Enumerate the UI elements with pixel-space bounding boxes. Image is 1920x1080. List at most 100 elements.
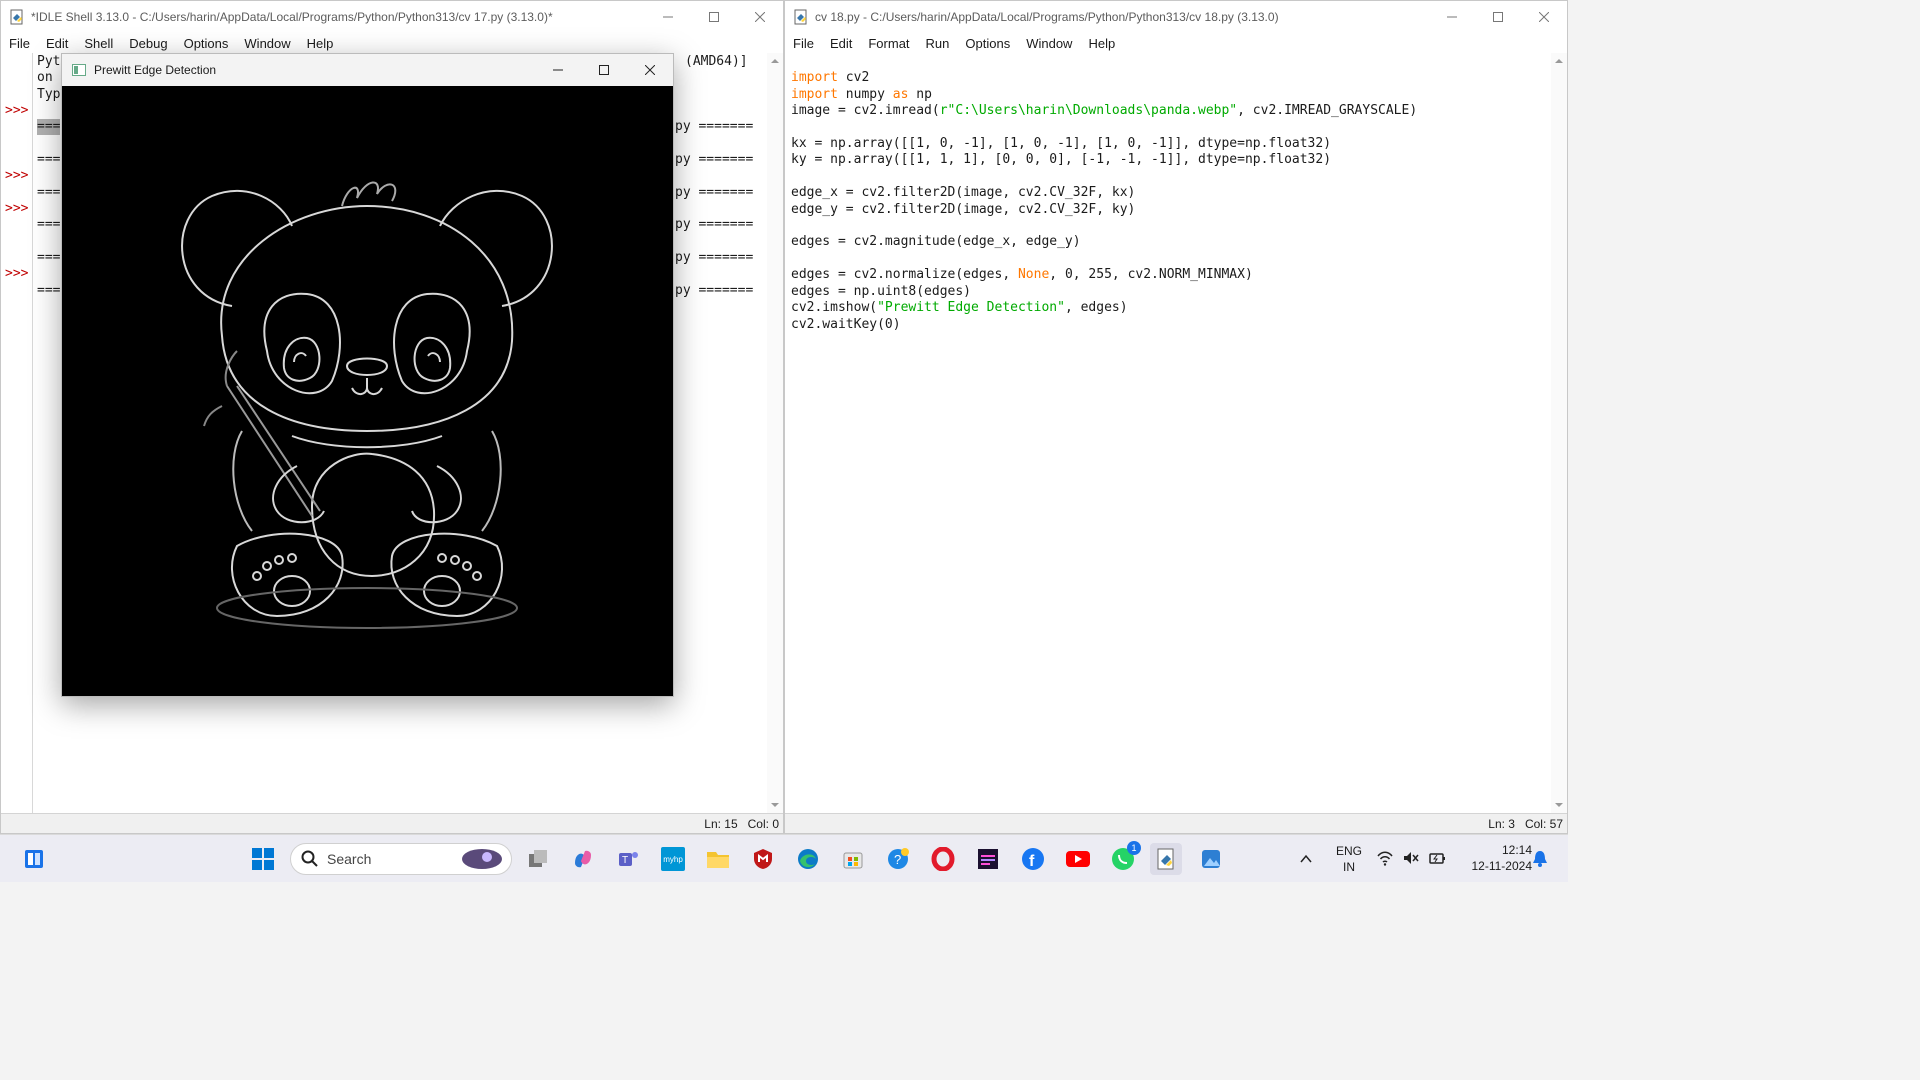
taskbar-search[interactable]: Search bbox=[290, 843, 512, 875]
code-keyword: as bbox=[892, 86, 909, 102]
scroll-up-icon bbox=[1555, 59, 1563, 63]
notifications-button[interactable] bbox=[1532, 850, 1548, 871]
shell-titlebar[interactable]: *IDLE Shell 3.13.0 - C:/Users/harin/AppD… bbox=[1, 1, 783, 33]
shell-statusbar: Ln: 15 Col: 0 bbox=[1, 813, 783, 833]
prewitt-close-button[interactable] bbox=[627, 54, 673, 86]
youtube-icon bbox=[1066, 851, 1090, 867]
widgets-button[interactable] bbox=[18, 843, 50, 875]
photos-button[interactable] bbox=[1195, 843, 1227, 875]
language-code: ENG bbox=[1335, 844, 1362, 858]
language-indicator[interactable]: ENG IN bbox=[1333, 843, 1365, 875]
shell-close-button[interactable] bbox=[737, 1, 783, 33]
shell-menu-window[interactable]: Window bbox=[236, 36, 298, 51]
shell-prompt: >>> bbox=[5, 266, 29, 281]
shell-minimize-button[interactable] bbox=[645, 1, 691, 33]
shell-menu-help[interactable]: Help bbox=[299, 36, 342, 51]
code-line: cv2.imshow("Prewitt Edge Detection", edg… bbox=[791, 300, 1551, 316]
shell-line: Typ bbox=[37, 87, 61, 102]
editor-minimize-button[interactable] bbox=[1429, 1, 1475, 33]
myhp-icon: myhp bbox=[661, 847, 685, 871]
show-hidden-icons-button[interactable] bbox=[1298, 851, 1314, 870]
photos-icon bbox=[1202, 850, 1220, 868]
editor-maximize-button[interactable] bbox=[1475, 1, 1521, 33]
editor-menu-edit[interactable]: Edit bbox=[822, 36, 860, 51]
file-explorer-button[interactable] bbox=[702, 843, 734, 875]
editor-menu-window[interactable]: Window bbox=[1018, 36, 1080, 51]
code-line: image = cv2.imread(r"C:\Users\harin\Down… bbox=[791, 103, 1551, 119]
editor-status-line: Ln: 3 bbox=[1488, 816, 1515, 831]
maximize-icon bbox=[1493, 12, 1503, 22]
code-keyword: import bbox=[791, 86, 838, 102]
prewitt-titlebar[interactable]: Prewitt Edge Detection bbox=[62, 54, 673, 86]
editor-code-area[interactable]: import cv2 import numpy as np image = cv2.… bbox=[791, 54, 1551, 813]
copilot-button[interactable] bbox=[567, 843, 599, 875]
scroll-up-icon bbox=[771, 59, 779, 63]
facebook-icon: f bbox=[1022, 848, 1044, 870]
editor-menu-format[interactable]: Format bbox=[860, 36, 917, 51]
close-icon bbox=[755, 12, 765, 22]
opera-button[interactable] bbox=[927, 843, 959, 875]
code-line: edges = cv2.normalize(edges, None, 0, 25… bbox=[791, 267, 1551, 283]
code-text: image = cv2.imread( bbox=[791, 103, 940, 119]
editor-menu-run[interactable]: Run bbox=[918, 36, 958, 51]
minimize-icon bbox=[1447, 16, 1457, 18]
facebook-button[interactable]: f bbox=[1017, 843, 1049, 875]
search-icon bbox=[301, 850, 318, 867]
teams-button[interactable]: T bbox=[612, 843, 644, 875]
scroll-down-icon bbox=[1555, 803, 1563, 807]
editor-menu-help[interactable]: Help bbox=[1080, 36, 1123, 51]
editor-window: cv 18.py - C:/Users/harin/AppData/Local/… bbox=[784, 0, 1568, 834]
youtube-button[interactable] bbox=[1062, 843, 1094, 875]
windows-icon bbox=[252, 848, 274, 870]
shell-title: *IDLE Shell 3.13.0 - C:/Users/harin/AppD… bbox=[31, 10, 553, 24]
shell-separator: === bbox=[37, 119, 61, 136]
store-button[interactable] bbox=[837, 843, 869, 875]
help-button[interactable]: ? bbox=[882, 843, 914, 875]
shell-separator: === bbox=[37, 152, 61, 167]
shell-prompt: >>> bbox=[5, 168, 29, 183]
data-app-icon bbox=[978, 849, 998, 869]
shell-line: on bbox=[37, 70, 53, 85]
idle-taskbar-button[interactable] bbox=[1150, 843, 1182, 875]
editor-close-button[interactable] bbox=[1521, 1, 1567, 33]
shell-menu-file[interactable]: File bbox=[1, 36, 38, 51]
system-tray[interactable] bbox=[1376, 849, 1446, 867]
maximize-icon bbox=[599, 65, 609, 75]
get-help-icon: ? bbox=[888, 848, 909, 869]
prewitt-title: Prewitt Edge Detection bbox=[94, 63, 217, 77]
code-text: cv2.imshow( bbox=[791, 300, 878, 316]
clock[interactable]: 12:14 12-11-2024 bbox=[1452, 842, 1533, 874]
shell-menu-debug[interactable]: Debug bbox=[121, 36, 175, 51]
folder-icon bbox=[707, 852, 729, 868]
shell-menu-edit[interactable]: Edit bbox=[38, 36, 76, 51]
shell-maximize-button[interactable] bbox=[691, 1, 737, 33]
editor-statusbar: Ln: 3 Col: 57 bbox=[785, 813, 1567, 833]
task-view-icon bbox=[529, 850, 547, 867]
store-icon bbox=[843, 852, 863, 869]
prewitt-minimize-button[interactable] bbox=[535, 54, 581, 86]
code-line: cv2.waitKey(0) bbox=[791, 316, 901, 332]
minimize-icon bbox=[663, 16, 673, 18]
task-view-button[interactable] bbox=[522, 843, 554, 875]
code-line: edge_y = cv2.filter2D(image, cv2.CV_32F,… bbox=[791, 201, 1136, 217]
code-text: cv2 bbox=[837, 70, 870, 86]
mcafee-button[interactable] bbox=[747, 843, 779, 875]
shell-restart-line: py ======= bbox=[675, 217, 754, 232]
editor-titlebar[interactable]: cv 18.py - C:/Users/harin/AppData/Local/… bbox=[785, 1, 1567, 33]
whatsapp-button[interactable]: 1 bbox=[1107, 841, 1141, 875]
start-button[interactable] bbox=[247, 843, 279, 875]
editor-menu-file[interactable]: File bbox=[785, 36, 822, 51]
code-keyword: None bbox=[1017, 267, 1050, 283]
shell-menu-options[interactable]: Options bbox=[176, 36, 237, 51]
edge-button[interactable] bbox=[792, 843, 824, 875]
editor-scrollbar[interactable] bbox=[1551, 53, 1567, 813]
shell-scrollbar[interactable] bbox=[767, 53, 783, 813]
myhp-button[interactable]: myhp bbox=[657, 843, 689, 875]
data-app-button[interactable] bbox=[972, 843, 1004, 875]
code-string: "Prewitt Edge Detection" bbox=[877, 300, 1065, 316]
shell-menu-shell[interactable]: Shell bbox=[76, 36, 121, 51]
battery-icon bbox=[1429, 853, 1445, 864]
prewitt-maximize-button[interactable] bbox=[581, 54, 627, 86]
editor-menu-options[interactable]: Options bbox=[957, 36, 1018, 51]
